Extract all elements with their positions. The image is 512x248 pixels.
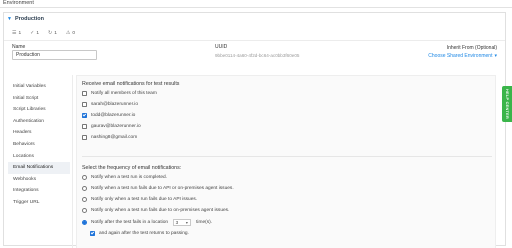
environment-header[interactable]: ▼ Production <box>7 16 44 22</box>
frequency-label: Notify when a test run fails due to API … <box>91 186 234 191</box>
recipient-sarah[interactable]: sarah@blazerunner.io <box>82 102 138 107</box>
top-divider <box>0 7 512 8</box>
recipient-label: sarah@blazerunner.io <box>91 102 139 107</box>
radio-button[interactable] <box>82 208 87 213</box>
recipient-all-team[interactable]: Notify all members of this team <box>82 91 157 96</box>
sidebar-item-email-notifications[interactable]: Email Notifications <box>8 162 70 174</box>
warning-icon: ⚠ <box>65 30 71 36</box>
check-icon: ✓ <box>30 30 35 36</box>
recipient-label: nashing8@gmail.com <box>91 135 138 140</box>
count-user: ☰ 1 <box>12 30 21 36</box>
sidebar-item-webhooks[interactable]: Webhooks <box>8 174 70 186</box>
inherit-label: Inherit From (Optional) <box>446 45 497 51</box>
sidebar-item-initial-variables[interactable]: Initial Variables <box>8 81 70 93</box>
frequency-option-location[interactable]: Notify after the test fails in a locatio… <box>82 219 212 226</box>
frequency-option-completed[interactable]: Notify when a test run is completed. <box>82 175 167 180</box>
page-label: Environment <box>3 0 34 6</box>
sidebar-item-initial-script[interactable]: Initial Script <box>8 93 70 105</box>
frequency-label: Notify only when a test run fails due to… <box>91 197 198 202</box>
inherit-value: Choose Shared Environment <box>428 53 493 59</box>
refresh-icon: ↻ <box>48 30 53 36</box>
recipient-label: Notify all members of this team <box>91 91 157 96</box>
radio-button[interactable] <box>82 175 87 180</box>
sidebar-item-authentication[interactable]: Authentication <box>8 116 70 128</box>
help-center-label: HELP CENTER <box>505 88 509 120</box>
checkbox-checked[interactable] <box>90 231 95 236</box>
sidebar-item-integrations[interactable]: Integrations <box>8 185 70 197</box>
recipients-title: Receive email notifications for test res… <box>82 81 180 87</box>
count-check: ✓ 1 <box>30 30 39 36</box>
frequency-option-api[interactable]: Notify only when a test run fails due to… <box>82 197 197 202</box>
section-divider <box>82 156 492 157</box>
environment-panel: ▼ Production ☰ 1 ✓ 1 ↻ 1 ⚠ 0 Name Production… <box>3 12 506 248</box>
radio-button[interactable] <box>82 197 87 202</box>
environment-title: Production <box>14 16 44 22</box>
chevron-down-icon: ▾ <box>494 53 497 59</box>
frequency-option-api-or-agent[interactable]: Notify when a test run fails due to API … <box>82 186 234 191</box>
checkbox-checked[interactable] <box>82 113 87 118</box>
settings-sidebar: Initial Variables Initial Script Script … <box>8 81 70 209</box>
frequency-label: Notify when a test run is completed. <box>91 175 167 180</box>
failure-count-value: 3 <box>175 220 179 225</box>
inherit-dropdown[interactable]: Choose Shared Environment ▾ <box>428 53 497 59</box>
help-center-tab[interactable]: HELP CENTER <box>502 86 512 122</box>
status-counts: ☰ 1 ✓ 1 ↻ 1 ⚠ 0 <box>12 30 75 36</box>
recipient-label: gaurav@blazerunner.io <box>91 124 141 129</box>
uuid-label: UUID <box>215 44 228 50</box>
passing-option[interactable]: and again after the test returns to pass… <box>90 231 189 236</box>
uuid-value: 9bbe0114-4a60-4f2d-bc64-ac0bb3f60e05 <box>215 53 300 58</box>
user-icon: ☰ <box>12 30 17 36</box>
count-warning: ⚠ 0 <box>66 30 75 36</box>
passing-label: and again after the test returns to pass… <box>99 231 189 236</box>
recipient-label: todd@blazerunner.io <box>91 113 136 118</box>
count-value: 0 <box>72 30 76 36</box>
recipient-nashing[interactable]: nashing8@gmail.com <box>82 135 137 140</box>
count-value: 1 <box>18 30 22 36</box>
recipient-gaurav[interactable]: gaurav@blazerunner.io <box>82 124 141 129</box>
frequency-title: Select the frequency of email notificati… <box>82 165 182 171</box>
location-option-suffix: time(s). <box>196 220 213 225</box>
frequency-label: Notify only when a test run fails due to… <box>91 208 230 213</box>
sidebar-item-locations[interactable]: Locations <box>8 151 70 163</box>
chevron-down-icon: ▼ <box>185 220 189 225</box>
sidebar-item-behaviors[interactable]: Behaviors <box>8 139 70 151</box>
header-divider <box>4 40 505 41</box>
checkbox[interactable] <box>82 135 87 140</box>
frequency-option-agent[interactable]: Notify only when a test run fails due to… <box>82 208 229 213</box>
chevron-down-icon[interactable]: ▼ <box>7 16 12 22</box>
sidebar-divider <box>72 75 73 248</box>
count-refresh: ↻ 1 <box>48 30 57 36</box>
sidebar-item-trigger-url[interactable]: Trigger URL <box>8 197 70 209</box>
radio-button-selected[interactable] <box>82 220 87 225</box>
recipient-todd[interactable]: todd@blazerunner.io <box>82 113 135 118</box>
email-notifications-content: Receive email notifications for test res… <box>76 75 496 248</box>
sidebar-item-script-libraries[interactable]: Script Libraries <box>8 104 70 116</box>
radio-button[interactable] <box>82 186 87 191</box>
count-value: 1 <box>54 30 57 36</box>
checkbox[interactable] <box>82 124 87 129</box>
failure-count-select[interactable]: 3 ▼ <box>173 219 192 226</box>
checkbox[interactable] <box>82 91 87 96</box>
name-input[interactable]: Production <box>12 50 97 60</box>
checkbox[interactable] <box>82 102 87 107</box>
location-option-prefix: Notify after the test fails in a locatio… <box>91 220 169 225</box>
count-value: 1 <box>36 30 40 36</box>
sidebar-item-headers[interactable]: Headers <box>8 127 70 139</box>
